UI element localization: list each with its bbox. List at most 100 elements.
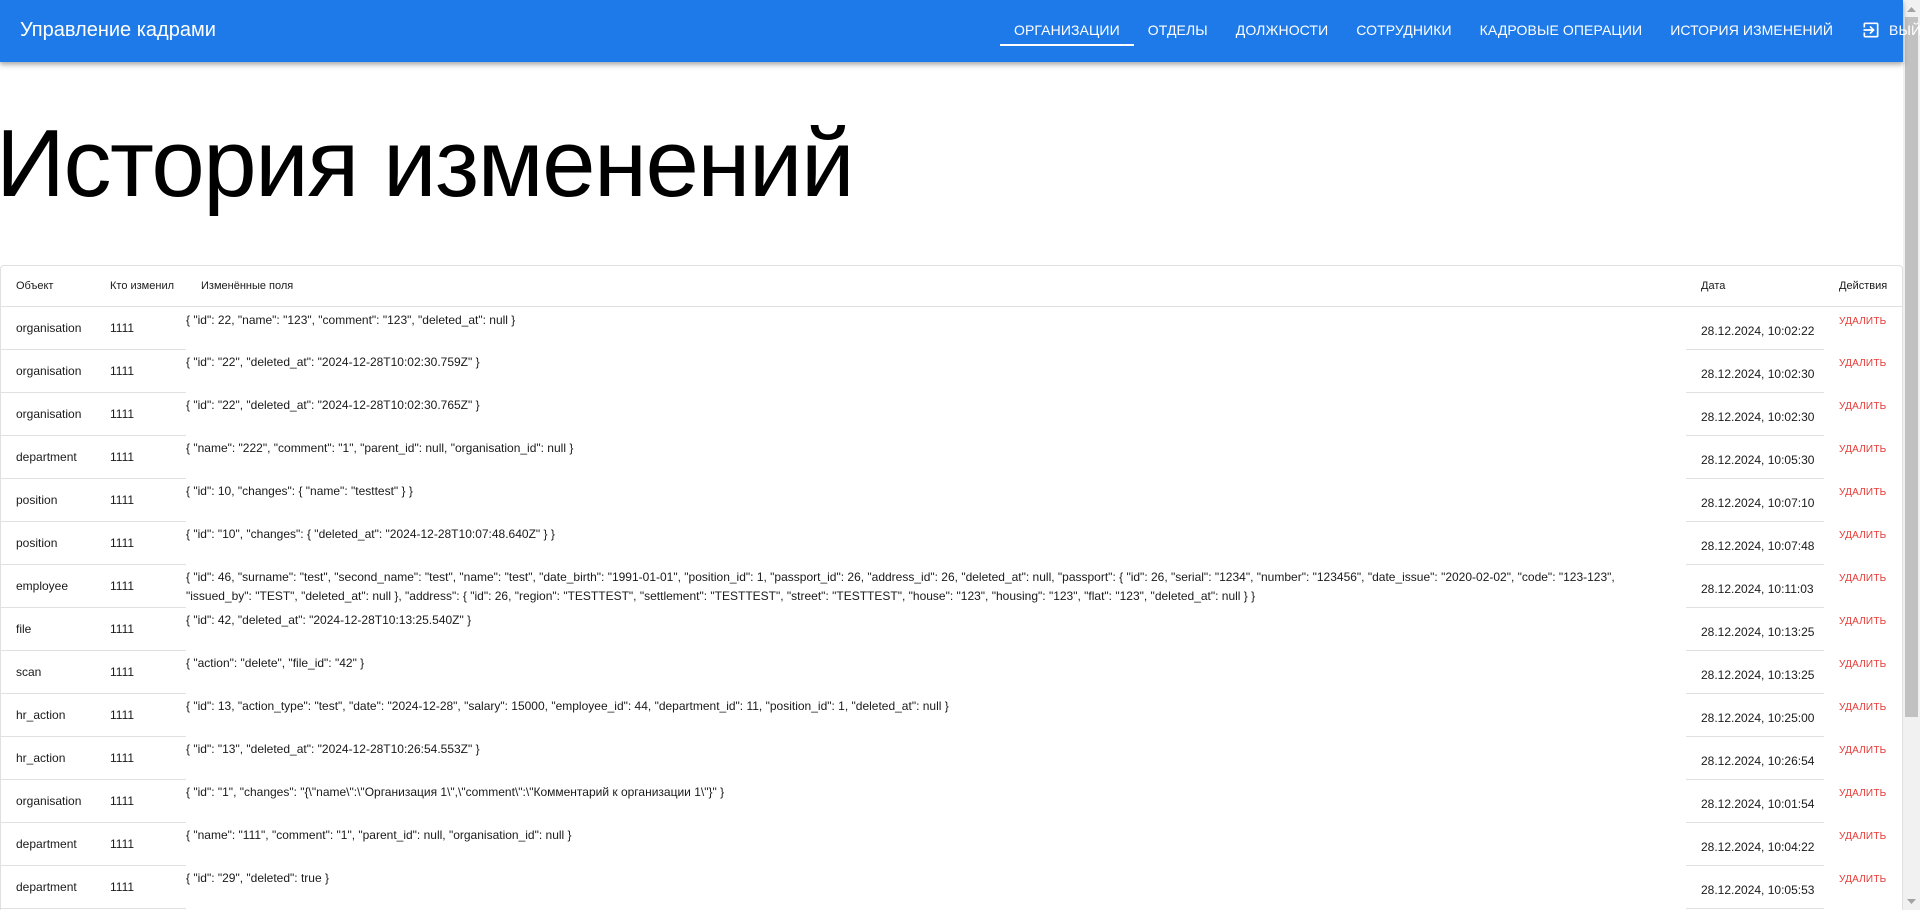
column-header-date: Дата bbox=[1686, 266, 1824, 307]
cell-date: 28.12.2024, 10:04:22 bbox=[1686, 822, 1824, 866]
delete-button[interactable]: УДАЛИТЬ bbox=[1839, 530, 1886, 541]
cell-actions: УДАЛИТЬ bbox=[1824, 693, 1902, 736]
delete-button[interactable]: УДАЛИТЬ bbox=[1839, 573, 1886, 584]
cell-object: organisation bbox=[1, 306, 95, 350]
delete-button[interactable]: УДАЛИТЬ bbox=[1839, 831, 1886, 842]
cell-changes: { "id": "10", "changes": { "deleted_at":… bbox=[186, 527, 555, 541]
cell-who: 1111 bbox=[95, 650, 186, 694]
logout-label: ВЫЙТИ bbox=[1889, 22, 1920, 38]
delete-button[interactable]: УДАЛИТЬ bbox=[1839, 316, 1886, 327]
cell-changes: { "id": "22", "deleted_at": "2024-12-28T… bbox=[186, 398, 480, 412]
cell-object: organisation bbox=[1, 392, 95, 436]
cell-date: 28.12.2024, 10:05:30 bbox=[1686, 435, 1824, 479]
table-row: department 1111{ "name": "222", "comment"… bbox=[1, 435, 1902, 479]
cell-date: 28.12.2024, 10:13:25 bbox=[1686, 650, 1824, 694]
cell-changes: { "id": 46, "surname": "test", "second_n… bbox=[186, 570, 1615, 603]
cell-object: file bbox=[1, 607, 95, 651]
cell-changes: { "id": 42, "deleted_at": "2024-12-28T10… bbox=[186, 613, 472, 627]
cell-date: 28.12.2024, 10:07:10 bbox=[1686, 478, 1824, 522]
main-nav: ОРГАНИЗАЦИИ ОТДЕЛЫ ДОЛЖНОСТИ СОТРУДНИКИ … bbox=[1000, 0, 1920, 60]
delete-button[interactable]: УДАЛИТЬ bbox=[1839, 745, 1886, 756]
cell-actions: УДАЛИТЬ bbox=[1824, 435, 1902, 478]
delete-button[interactable]: УДАЛИТЬ bbox=[1839, 401, 1886, 412]
cell-object: hr_action bbox=[1, 736, 95, 780]
delete-button[interactable]: УДАЛИТЬ bbox=[1839, 358, 1886, 369]
cell-changes: { "id": "22", "deleted_at": "2024-12-28T… bbox=[186, 355, 480, 369]
delete-button[interactable]: УДАЛИТЬ bbox=[1839, 487, 1886, 498]
cell-actions: УДАЛИТЬ bbox=[1824, 478, 1902, 521]
column-header-object: Объект bbox=[1, 266, 95, 307]
table-row: hr_action 1111{ "id": 13, "action_type": … bbox=[1, 693, 1902, 737]
table-body: organisation 1111{ "id": 22, "name": "123… bbox=[1, 306, 1902, 910]
cell-date: 28.12.2024, 10:07:48 bbox=[1686, 521, 1824, 565]
table-row: scan 1111{ "action": "delete", "file_id":… bbox=[1, 650, 1902, 694]
delete-button[interactable]: УДАЛИТЬ bbox=[1839, 444, 1886, 455]
table-row: organisation 1111{ "id": 22, "name": "123… bbox=[1, 306, 1902, 350]
cell-changes: { "name": "222", "comment": "1", "parent… bbox=[186, 441, 574, 455]
column-header-changes: Изменённые поля bbox=[186, 266, 1686, 307]
cell-date: 28.12.2024, 10:13:25 bbox=[1686, 607, 1824, 651]
cell-changes: { "id": "29", "deleted": true } bbox=[186, 871, 329, 885]
table-row: hr_action 1111{ "id": "13", "deleted_at":… bbox=[1, 736, 1902, 780]
cell-changes: { "id": 10, "changes": { "name": "testte… bbox=[186, 484, 413, 498]
column-header-who: Кто изменил bbox=[95, 266, 186, 307]
cell-who: 1111 bbox=[95, 564, 186, 608]
cell-changes: { "id": 13, "action_type": "test", "date… bbox=[186, 699, 949, 713]
table-row: employee 1111{ "id": 46, "surname": "test… bbox=[1, 564, 1902, 608]
cell-who: 1111 bbox=[95, 521, 186, 565]
cell-actions: УДАЛИТЬ bbox=[1824, 306, 1902, 349]
page-title: История изменений bbox=[0, 110, 855, 217]
cell-changes: { "id": "1", "changes": "{\"name\":\"Орг… bbox=[186, 785, 725, 799]
scroll-thumb[interactable] bbox=[1905, 17, 1918, 717]
delete-button[interactable]: УДАЛИТЬ bbox=[1839, 659, 1886, 670]
table-row: file 1111{ "id": 42, "deleted_at": "2024-… bbox=[1, 607, 1902, 651]
history-table: Объект Кто изменил Изменённые поля Дата … bbox=[1, 266, 1902, 910]
cell-date: 28.12.2024, 10:02:22 bbox=[1686, 306, 1824, 350]
cell-object: department bbox=[1, 865, 95, 909]
scroll-down-arrow-icon[interactable] bbox=[1903, 893, 1920, 910]
cell-date: 28.12.2024, 10:25:00 bbox=[1686, 693, 1824, 737]
delete-button[interactable]: УДАЛИТЬ bbox=[1839, 702, 1886, 713]
logout-icon bbox=[1861, 20, 1881, 40]
cell-date: 28.12.2024, 10:26:54 bbox=[1686, 736, 1824, 780]
cell-object: position bbox=[1, 478, 95, 522]
cell-object: department bbox=[1, 435, 95, 479]
delete-button[interactable]: УДАЛИТЬ bbox=[1839, 616, 1886, 627]
delete-button[interactable]: УДАЛИТЬ bbox=[1839, 788, 1886, 799]
vertical-scrollbar[interactable] bbox=[1903, 0, 1920, 910]
logout-button[interactable]: ВЫЙТИ bbox=[1847, 0, 1920, 60]
cell-who: 1111 bbox=[95, 607, 186, 651]
nav-positions[interactable]: ДОЛЖНОСТИ bbox=[1222, 0, 1343, 60]
cell-object: position bbox=[1, 521, 95, 565]
cell-changes: { "action": "delete", "file_id": "42" } bbox=[186, 656, 365, 670]
cell-who: 1111 bbox=[95, 779, 186, 823]
cell-object: hr_action bbox=[1, 693, 95, 737]
cell-who: 1111 bbox=[95, 349, 186, 393]
nav-hr-operations[interactable]: КАДРОВЫЕ ОПЕРАЦИИ bbox=[1466, 0, 1657, 60]
delete-button[interactable]: УДАЛИТЬ bbox=[1839, 874, 1886, 885]
nav-employees[interactable]: СОТРУДНИКИ bbox=[1342, 0, 1465, 60]
app-root: Управление кадрами ОРГАНИЗАЦИИ ОТДЕЛЫ ДО… bbox=[0, 0, 1920, 910]
cell-who: 1111 bbox=[95, 736, 186, 780]
cell-actions: УДАЛИТЬ bbox=[1824, 564, 1902, 607]
cell-changes: { "id": 22, "name": "123", "comment": "1… bbox=[186, 312, 516, 327]
cell-actions: УДАЛИТЬ bbox=[1824, 521, 1902, 564]
app-bar: Управление кадрами ОРГАНИЗАЦИИ ОТДЕЛЫ ДО… bbox=[0, 0, 1920, 62]
cell-who: 1111 bbox=[95, 435, 186, 479]
cell-actions: УДАЛИТЬ bbox=[1824, 650, 1902, 693]
cell-object: scan bbox=[1, 650, 95, 694]
cell-who: 1111 bbox=[95, 392, 186, 436]
table-row: position 1111{ "id": "10", "changes": { "… bbox=[1, 521, 1902, 565]
nav-change-history[interactable]: ИСТОРИЯ ИЗМЕНЕНИЙ bbox=[1656, 0, 1847, 60]
cell-changes: { "name": "111", "comment": "1", "parent… bbox=[186, 828, 572, 842]
nav-departments[interactable]: ОТДЕЛЫ bbox=[1134, 0, 1222, 60]
cell-actions: УДАЛИТЬ bbox=[1824, 607, 1902, 650]
table-row: organisation 1111{ "id": "22", "deleted_a… bbox=[1, 392, 1902, 436]
cell-date: 28.12.2024, 10:02:30 bbox=[1686, 392, 1824, 436]
nav-organisations[interactable]: ОРГАНИЗАЦИИ bbox=[1000, 0, 1134, 60]
cell-changes: { "id": "13", "deleted_at": "2024-12-28T… bbox=[186, 742, 480, 756]
column-header-actions: Действия bbox=[1824, 266, 1902, 307]
table-row: position 1111{ "id": 10, "changes": { "na… bbox=[1, 478, 1902, 522]
cell-actions: УДАЛИТЬ bbox=[1824, 865, 1902, 908]
cell-date: 28.12.2024, 10:11:03 bbox=[1686, 564, 1824, 608]
